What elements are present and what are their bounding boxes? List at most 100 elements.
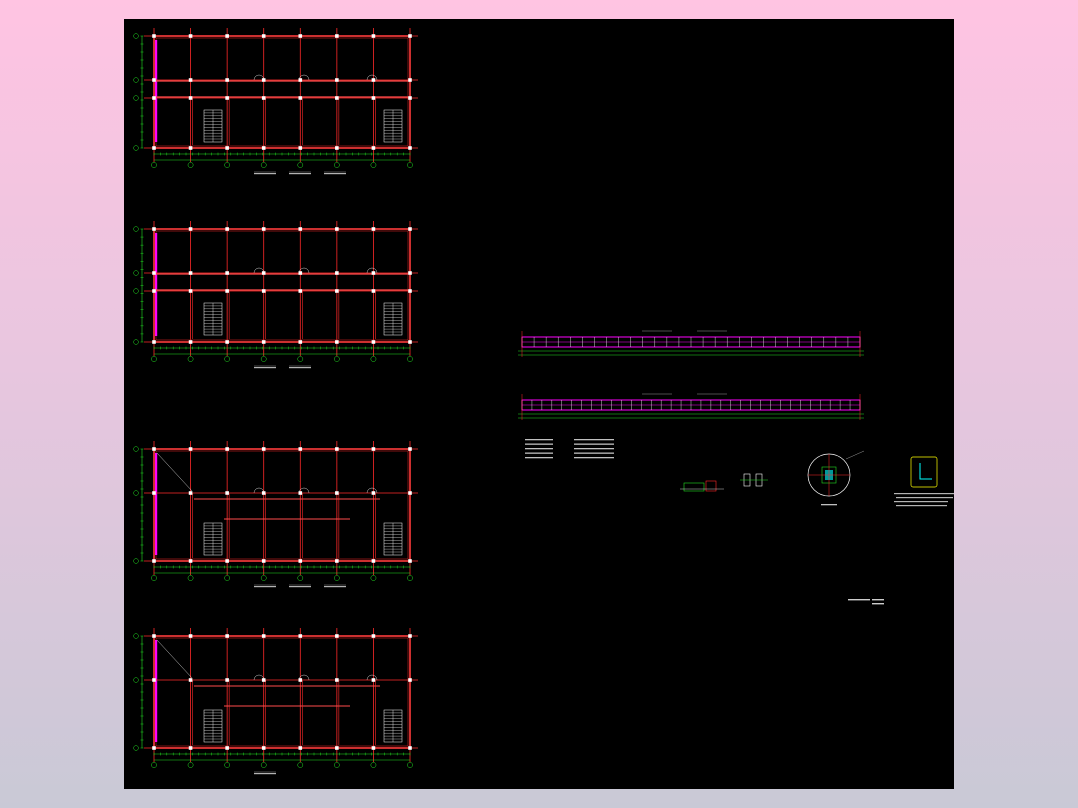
- note-line: [525, 457, 553, 459]
- column: [371, 340, 376, 344]
- grid-bubble: [133, 270, 139, 276]
- column: [408, 491, 412, 495]
- column: [225, 678, 229, 682]
- column: [408, 227, 412, 231]
- grid-bubble: [407, 575, 413, 581]
- detail-circle: [807, 450, 865, 506]
- stair: [203, 109, 223, 143]
- cad-canvas: [133, 28, 954, 775]
- column: [335, 634, 339, 638]
- grid-bubble: [133, 288, 139, 294]
- grid-bubble: [334, 575, 340, 581]
- column: [261, 146, 266, 150]
- column: [371, 96, 376, 100]
- note-leader: [845, 450, 865, 460]
- grid-bubble: [297, 162, 304, 168]
- column: [188, 678, 193, 682]
- column: [371, 289, 376, 293]
- column: [335, 289, 339, 293]
- inner-wall-line: [155, 37, 409, 147]
- stair: [203, 709, 223, 743]
- grid-bubble: [334, 762, 340, 768]
- note-line: [574, 448, 614, 450]
- note-text-block: [289, 586, 311, 588]
- column: [188, 340, 193, 344]
- column: [298, 634, 303, 638]
- grid-bubble: [133, 33, 139, 39]
- column: [152, 227, 156, 231]
- elevation-strip-1: [518, 330, 864, 357]
- column: [152, 447, 156, 451]
- inner-wall-line: [155, 637, 409, 747]
- stair: [203, 522, 223, 556]
- grid-bubble: [187, 762, 194, 768]
- grid-bubble: [133, 226, 139, 232]
- grid-bubble: [133, 490, 139, 496]
- column: [188, 34, 193, 38]
- column: [371, 746, 376, 750]
- void-diagonal: [156, 452, 193, 492]
- grid-bubble: [260, 356, 267, 362]
- column: [261, 447, 266, 451]
- note-text-block: [289, 173, 311, 175]
- column: [408, 634, 412, 638]
- note-text-block: [254, 586, 276, 588]
- grid-bubble: [224, 762, 230, 768]
- column: [335, 96, 339, 100]
- notes-block: [525, 439, 614, 459]
- grid-bubble: [334, 356, 340, 362]
- column: [371, 227, 376, 231]
- column: [188, 289, 193, 293]
- stair: [383, 709, 403, 743]
- note-line: [525, 452, 553, 454]
- stamp: [848, 599, 884, 605]
- note-text-block: [254, 773, 276, 775]
- column: [225, 340, 229, 344]
- detail-box: [705, 480, 717, 492]
- note-text-block: [324, 173, 346, 175]
- grid-bubble: [407, 162, 413, 168]
- column: [261, 746, 266, 750]
- column: [225, 289, 229, 293]
- inner-wall-line: [155, 230, 409, 341]
- grid-bubble: [297, 356, 304, 362]
- note-text-block: [254, 173, 276, 175]
- grid-bubble: [151, 762, 157, 768]
- column: [188, 78, 193, 82]
- column: [152, 96, 156, 100]
- corner-profile: [919, 463, 932, 480]
- column: [152, 634, 156, 638]
- column: [152, 340, 156, 344]
- note-line: [574, 443, 614, 445]
- floor-plan-2: [133, 221, 418, 369]
- detail-node-a: [680, 480, 724, 492]
- detail-node-b: [740, 473, 768, 487]
- grid-bubble: [370, 762, 377, 768]
- detail-note-line: [894, 493, 954, 495]
- left-edge-accent: [155, 640, 158, 742]
- grid-bubble: [133, 633, 139, 639]
- note-line: [525, 439, 553, 441]
- column: [225, 746, 229, 750]
- column: [152, 78, 156, 82]
- column: [152, 491, 156, 495]
- grid-bubble: [407, 356, 413, 362]
- column: [188, 559, 193, 563]
- column: [298, 96, 303, 100]
- column: [225, 146, 229, 150]
- column: [261, 227, 266, 231]
- column: [152, 146, 156, 150]
- stamp-line: [872, 599, 884, 601]
- elevation-strip-2: [518, 393, 864, 420]
- grid-bubble: [224, 162, 230, 168]
- column: [261, 96, 266, 100]
- column: [261, 634, 266, 638]
- column: [335, 227, 339, 231]
- grid-bubble: [187, 356, 194, 362]
- column: [225, 34, 229, 38]
- left-edge-accent: [155, 233, 158, 336]
- grid-bubble: [260, 575, 267, 581]
- column: [298, 227, 303, 231]
- column: [335, 146, 339, 150]
- column: [188, 227, 193, 231]
